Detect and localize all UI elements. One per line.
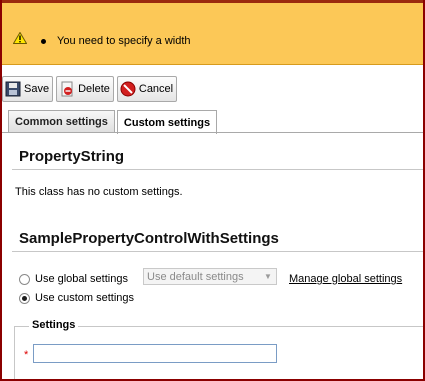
cancel-label: Cancel [138,83,174,95]
cancel-icon [120,81,136,97]
delete-label: Delete [78,83,110,95]
chevron-down-icon: ▼ [264,272,272,281]
warning-icon [13,32,27,44]
manage-global-settings-link[interactable]: Manage global settings [289,273,402,285]
settings-legend: Settings [29,319,79,331]
section-title-property-string: PropertyString [19,148,125,165]
global-settings-select[interactable]: Use default settings ▼ [143,268,277,285]
section-divider [12,169,423,170]
section-divider [12,251,423,252]
save-label: Save [24,83,50,95]
use-global-radio[interactable] [19,274,30,285]
tab-custom-settings[interactable]: Custom settings [116,110,218,134]
tab-strip: Common settings Custom settings [8,110,218,134]
bullet [41,39,46,44]
no-settings-text: This class has no custom settings. [15,186,183,198]
use-custom-label: Use custom settings [35,292,135,304]
warning-bar: You need to specify a width [2,0,423,65]
save-icon [5,81,21,97]
save-button[interactable]: Save [2,76,54,102]
warning-message: You need to specify a width [57,35,191,47]
delete-button[interactable]: Delete [56,76,114,102]
tab-divider [2,132,423,133]
required-marker: * [24,349,29,361]
tab-common-settings[interactable]: Common settings [8,110,115,133]
use-global-label: Use global settings [35,273,128,285]
cancel-button[interactable]: Cancel [116,76,178,102]
global-settings-value: Use default settings [147,270,244,283]
toolbar: Save Delete Cancel [2,76,178,104]
use-custom-radio[interactable] [19,293,30,304]
delete-icon [61,81,73,97]
settings-width-input[interactable] [33,344,277,363]
section-title-sample: SamplePropertyControlWithSettings [19,230,279,247]
